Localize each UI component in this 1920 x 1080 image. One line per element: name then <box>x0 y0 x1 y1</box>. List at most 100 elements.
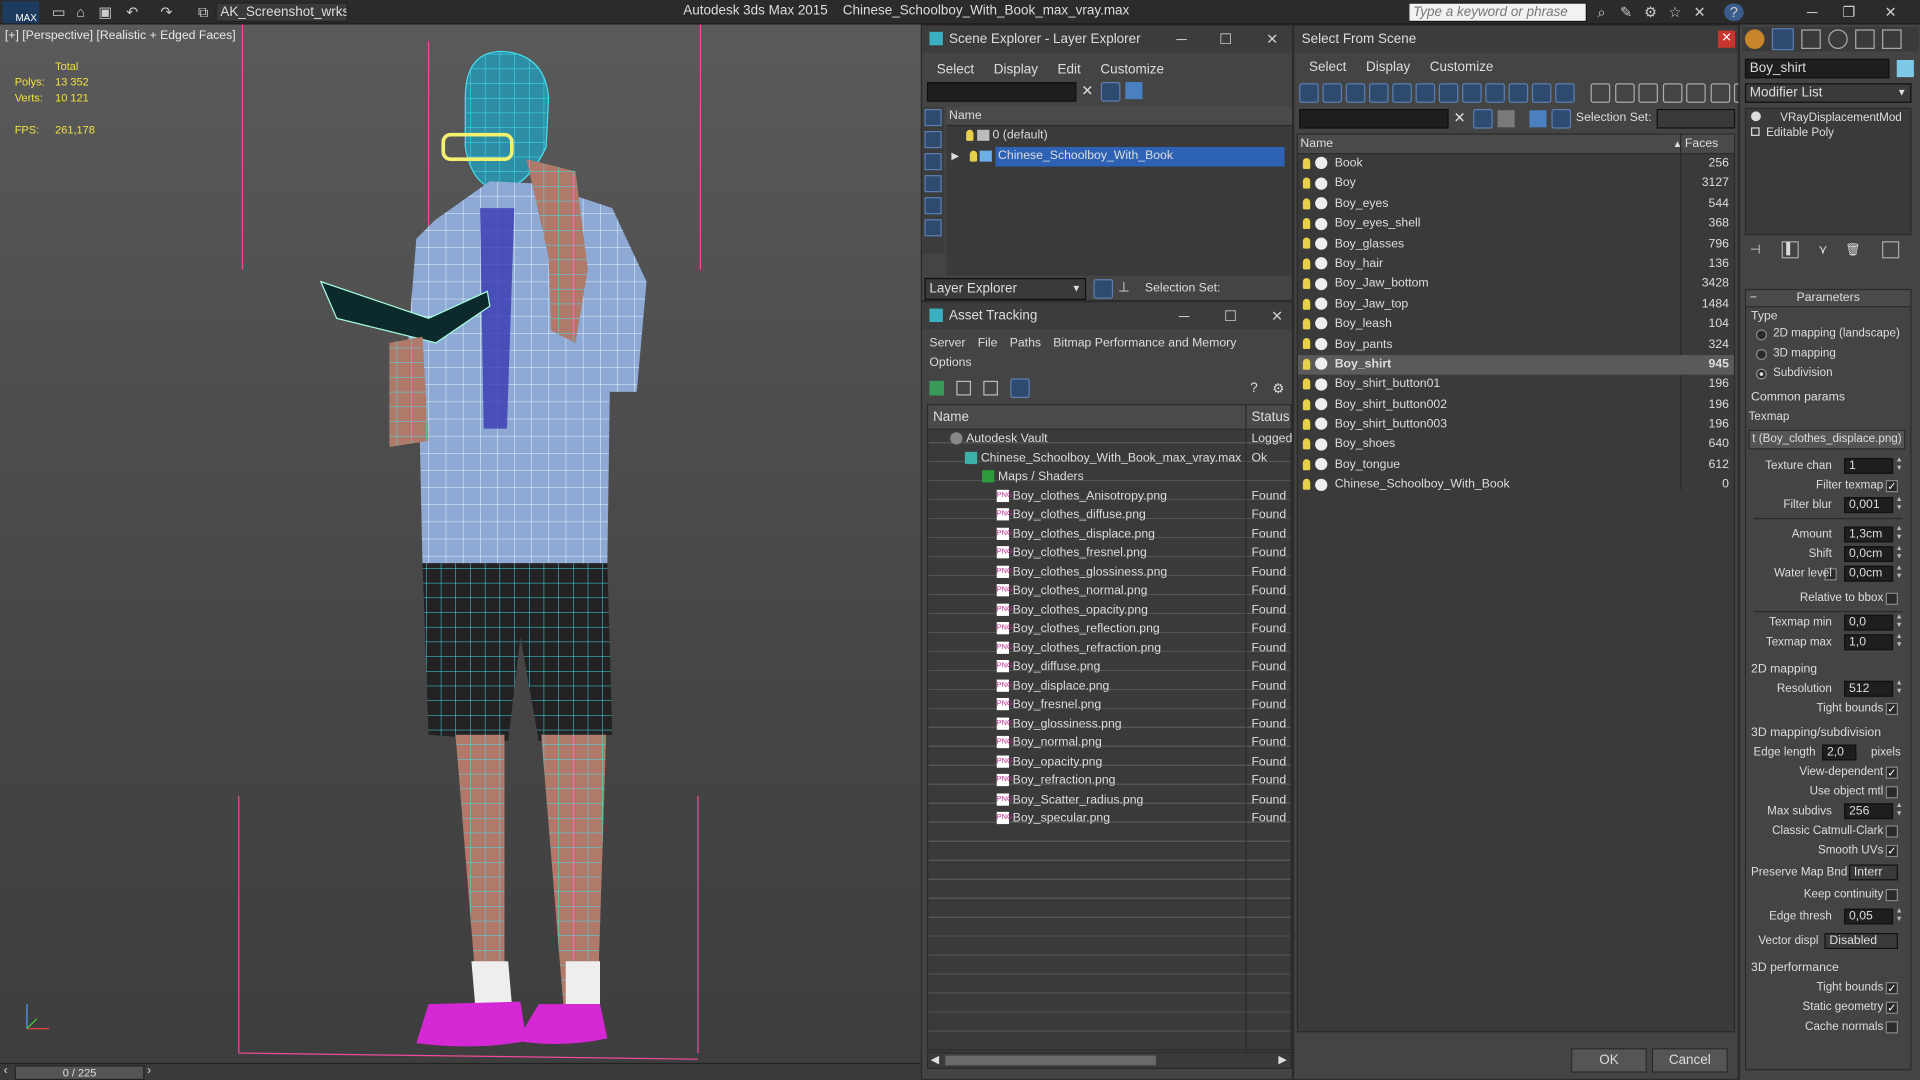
model-wireframe[interactable] <box>0 24 921 1062</box>
se-menu-customize[interactable]: Customize <box>1100 62 1164 77</box>
spinner-arrows-icon[interactable]: ▲ ▼ <box>1896 564 1903 581</box>
pin-stack-icon[interactable]: ⊣ <box>1750 244 1761 257</box>
se-menu-select[interactable]: Select <box>937 62 974 77</box>
at-row[interactable]: PNGBoy_diffuse.png Found <box>928 658 1290 677</box>
parameters-rollout-header[interactable]: − Parameters <box>1746 290 1911 308</box>
light-bulb-icon[interactable] <box>1302 217 1311 230</box>
sfs-object-row[interactable]: Boy_shirt_button01 196 <box>1298 375 1734 395</box>
remove-modifier-icon[interactable]: 🗑 <box>1845 244 1861 257</box>
light-bulb-icon[interactable] <box>1302 478 1311 490</box>
texture-chan-spinner[interactable]: 1 <box>1844 457 1894 474</box>
show-end-result-icon[interactable]: ▌ <box>1781 241 1799 259</box>
spinner-arrows-icon[interactable]: ▲ ▼ <box>1896 457 1903 474</box>
type-radio[interactable] <box>1755 329 1767 341</box>
timeline-prev-icon[interactable]: ‹ <box>4 1064 8 1077</box>
sfs-menu-customize[interactable]: Customize <box>1430 60 1494 75</box>
at-settings-icon[interactable]: ⚙ <box>1272 381 1284 397</box>
se-minimize-icon[interactable]: ─ <box>1172 31 1192 48</box>
at-minimize-icon[interactable]: ─ <box>1174 307 1194 324</box>
display-helpers-icon[interactable] <box>1415 83 1436 103</box>
perf-tight-bounds-checkbox[interactable]: ✓ <box>1885 982 1898 995</box>
at-scroll-thumb[interactable] <box>945 1055 1156 1066</box>
type-radio[interactable] <box>1755 348 1767 361</box>
exchange-icon[interactable]: ✕ <box>1690 4 1710 21</box>
at-row[interactable]: PNGBoy_displace.png Found <box>928 677 1290 696</box>
sfs-col-faces[interactable]: Faces <box>1685 135 1718 155</box>
se-search-input[interactable] <box>926 82 1077 102</box>
sfs-col-name[interactable]: Name <box>1298 137 1333 150</box>
sfs-titlebar[interactable]: Select From Scene <box>1294 25 1738 53</box>
sfs-object-row[interactable]: Boy_Jaw_top 1484 <box>1298 295 1734 315</box>
se-tool-display-icon[interactable] <box>924 108 942 127</box>
at-row[interactable]: PNGBoy_clothes_refraction.png Found <box>928 639 1290 658</box>
cancel-button[interactable]: Cancel <box>1651 1048 1728 1073</box>
sfs-layers-icon[interactable] <box>1529 110 1547 128</box>
sfs-object-row[interactable]: Boy_shoes 640 <box>1298 435 1734 455</box>
bulb-icon[interactable] <box>1751 111 1761 122</box>
at-row[interactable]: PNGBoy_specular.png Found <box>928 809 1290 828</box>
at-refresh-icon[interactable] <box>929 380 945 396</box>
spinner-arrows-icon[interactable]: ▲ ▼ <box>1896 907 1903 924</box>
filter-blur-spinner[interactable]: 0,001 <box>1844 497 1894 514</box>
sfs-object-row[interactable]: Boy_Jaw_bottom 3428 <box>1298 275 1734 295</box>
display-geometry-icon[interactable] <box>1322 83 1343 103</box>
sfs-close-icon[interactable]: ✕ <box>1717 30 1736 48</box>
modifier-stack-item[interactable]: Editable Poly <box>1746 124 1910 144</box>
help-icon[interactable]: ? <box>1724 3 1744 21</box>
sfs-object-row[interactable]: Boy_leash 104 <box>1298 315 1734 335</box>
light-bulb-icon[interactable] <box>1302 258 1311 270</box>
spinner-arrows-icon[interactable]: ▲ ▼ <box>1896 633 1903 650</box>
sfs-object-row[interactable]: Boy_shirt_button002 196 <box>1298 395 1734 415</box>
se-layer-row[interactable]: 0 (default) <box>947 127 1292 147</box>
at-row[interactable]: PNGBoy_normal.png Found <box>928 733 1290 752</box>
at-menu-server[interactable]: Server <box>929 337 965 350</box>
light-bulb-icon[interactable] <box>1302 438 1311 450</box>
type-radio[interactable] <box>1755 368 1767 380</box>
infocenter-icon[interactable]: ⚙ <box>1641 4 1661 21</box>
se-layer-row[interactable]: ▶ Chinese_Schoolboy_With_Book <box>947 146 1292 167</box>
modify-tab-icon[interactable] <box>1771 28 1794 51</box>
workspace-dropdown[interactable]: AK_Screenshot_wrksp <box>215 2 348 23</box>
classic-catmull-clark-checkbox[interactable] <box>1885 825 1898 838</box>
filter-options-icon[interactable] <box>1686 83 1706 103</box>
light-bulb-icon[interactable] <box>1302 318 1311 330</box>
se-col-header[interactable]: Name <box>946 106 1292 127</box>
spinner-arrows-icon[interactable]: ▲ ▼ <box>1896 802 1903 819</box>
sfs-selection-set-dropdown[interactable] <box>1656 108 1736 129</box>
expand-arrow-icon[interactable]: ▶ <box>951 150 959 161</box>
keep-continuity-checkbox[interactable] <box>1885 888 1898 902</box>
display-containers-icon[interactable] <box>1531 83 1552 103</box>
at-col-status[interactable]: Status <box>1251 405 1289 429</box>
restore-icon[interactable]: ❐ <box>1839 4 1859 21</box>
sfs-object-row[interactable]: Book 256 <box>1298 154 1734 174</box>
water-level-spinner[interactable]: 0,0cm <box>1844 565 1894 582</box>
find-icon[interactable] <box>1710 83 1730 103</box>
texmap-min-spinner[interactable]: 0,0 <box>1844 614 1894 631</box>
use-object-mtl-checkbox[interactable] <box>1885 786 1898 799</box>
at-menu-file[interactable]: File <box>978 337 998 350</box>
at-row[interactable]: Maps / Shaders <box>928 468 1290 487</box>
view-dependent-checkbox[interactable]: ✓ <box>1885 766 1898 779</box>
utilities-tab-icon[interactable] <box>1882 29 1902 49</box>
light-bulb-icon[interactable] <box>1302 418 1311 430</box>
max-subdivs-spinner[interactable]: 256 <box>1844 803 1894 820</box>
sfs-object-row[interactable]: Chinese_Schoolboy_With_Book 0 <box>1298 475 1734 495</box>
resolution-spinner[interactable]: 512 <box>1844 680 1894 697</box>
at-row[interactable]: PNGBoy_refraction.png Found <box>928 771 1290 790</box>
at-help-icon[interactable]: ? <box>1250 381 1258 396</box>
minimize-icon[interactable]: ─ <box>1802 4 1822 21</box>
display-all-icon[interactable] <box>1299 83 1319 103</box>
at-menu-paths[interactable]: Paths <box>1010 337 1041 350</box>
at-thumbnail-icon[interactable] <box>983 380 998 396</box>
se-menu-display[interactable]: Display <box>994 62 1038 77</box>
sfs-object-row[interactable]: Boy_shirt_button003 196 <box>1298 415 1734 435</box>
viewport[interactable]: [+] [Perspective] [Realistic + Edged Fac… <box>0 24 921 1063</box>
at-row[interactable]: PNGBoy_opacity.png Found <box>928 752 1290 771</box>
light-bulb-icon[interactable] <box>1302 177 1311 189</box>
at-row[interactable]: PNGBoy_clothes_Anisotropy.png Found <box>928 487 1290 506</box>
time-slider[interactable]: 0 / 225 <box>14 1065 145 1080</box>
display-bones-icon[interactable] <box>1508 83 1529 103</box>
light-bulb-icon[interactable] <box>1302 238 1311 250</box>
object-name-field[interactable]: Boy_shirt <box>1744 58 1890 79</box>
se-tool-geometry-icon[interactable] <box>924 131 942 149</box>
